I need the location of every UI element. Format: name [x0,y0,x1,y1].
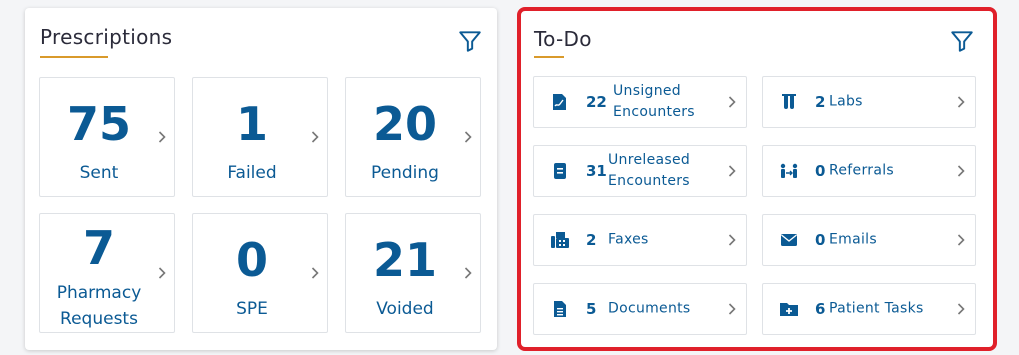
title-underline [40,56,108,58]
emails-count: 0 [815,231,826,249]
fax-machine-icon [551,232,569,248]
unreleased-encounters-count: 31 [586,162,607,180]
faxes-tile[interactable]: 2 Faxes [533,214,747,266]
chevron-right-icon [728,165,736,177]
chevron-right-icon [464,267,472,279]
documents-tile[interactable]: 5 Documents [533,283,747,335]
failed-tile[interactable]: 1 Failed [192,77,328,197]
todo-card: To-Do 22 Unsigned Encounters 2 Labs 31 U… [517,7,997,351]
todo-title: To-Do [534,27,592,51]
referrals-label: Referrals [829,162,894,179]
emails-tile[interactable]: 0 Emails [762,214,976,266]
chevron-right-icon [728,96,736,108]
unsigned-encounters-count: 22 [586,93,607,111]
chevron-right-icon [158,131,166,143]
filter-icon[interactable] [949,28,975,54]
pharmacy-requests-label-line1: Pharmacy [56,283,142,303]
unreleased-encounters-tile[interactable]: 31 Unreleased Encounters [533,145,747,197]
unreleased-encounters-label: Unreleased Encounters [608,150,690,192]
chevron-right-icon [957,96,965,108]
pharmacy-requests-label: Pharmacy Requests [40,280,158,332]
chevron-right-icon [728,234,736,246]
voided-count: 21 [372,233,437,287]
labs-tile[interactable]: 2 Labs [762,76,976,128]
chevron-right-icon [957,165,965,177]
chevron-right-icon [957,303,965,315]
sent-tile[interactable]: 75 Sent [39,77,175,197]
chevron-right-icon [728,303,736,315]
faxes-count: 2 [586,231,597,249]
signature-document-icon [553,94,566,110]
chevron-right-icon [957,234,965,246]
labs-count: 2 [815,93,826,111]
pharmacy-requests-label-line2: Requests [60,309,138,329]
chevron-right-icon [311,267,319,279]
emails-label: Emails [829,231,877,248]
referrals-count: 0 [815,162,826,180]
pending-label: Pending [371,163,439,183]
filter-icon[interactable] [457,28,483,54]
pharmacy-requests-count: 7 [82,221,115,275]
labs-label: Labs [829,93,863,110]
pending-tile[interactable]: 20 Pending [345,77,481,197]
voided-tile[interactable]: 21 Voided [345,213,481,333]
voided-label: Voided [376,299,434,319]
unsigned-encounters-tile[interactable]: 22 Unsigned Encounters [533,76,747,128]
label-line1: Unreleased [608,152,691,168]
spe-label: SPE [236,299,268,319]
spe-count: 0 [235,233,268,287]
lab-flasks-icon [782,94,796,109]
failed-count: 1 [235,97,268,151]
spe-tile[interactable]: 0 SPE [192,213,328,333]
chevron-right-icon [311,131,319,143]
label-line2: Encounters [613,104,695,120]
document-icon [554,163,566,179]
email-icon [781,234,797,246]
folder-plus-icon [780,303,798,316]
title-underline [534,56,564,58]
patient-tasks-count: 6 [815,300,826,318]
pharmacy-requests-tile[interactable]: 7 Pharmacy Requests [39,213,175,333]
referrals-tile[interactable]: 0 Referrals [762,145,976,197]
prescriptions-title: Prescriptions [40,25,173,49]
documents-count: 5 [586,300,597,318]
prescriptions-card: Prescriptions 75 Sent 1 Failed 20 Pendin… [25,8,497,350]
chevron-right-icon [464,131,472,143]
sent-count: 75 [66,97,131,151]
label-line2: Encounters [608,173,690,189]
patient-tasks-label: Patient Tasks [829,300,924,317]
sent-label: Sent [79,163,119,183]
chevron-right-icon [158,267,166,279]
unsigned-encounters-label: Unsigned Encounters [613,81,695,123]
documents-label: Documents [608,300,691,317]
faxes-label: Faxes [608,231,649,248]
patient-tasks-tile[interactable]: 6 Patient Tasks [762,283,976,335]
pending-count: 20 [372,97,437,151]
label-line1: Unsigned [613,83,681,99]
failed-label: Failed [227,163,277,183]
file-icon [554,301,566,317]
referral-people-icon [780,163,798,178]
